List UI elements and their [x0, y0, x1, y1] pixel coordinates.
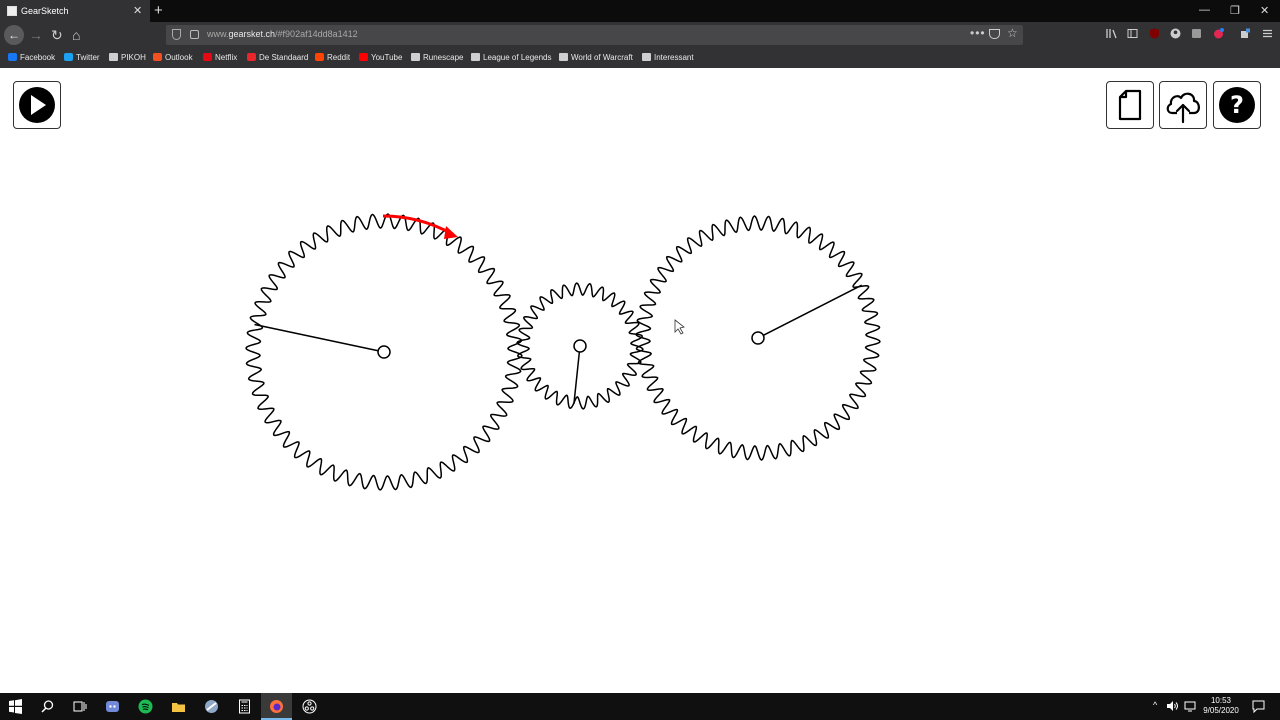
bookmark-de-standaard[interactable]: De Standaard	[247, 53, 308, 62]
windows-icon	[153, 53, 162, 61]
gear-axle[interactable]	[751, 331, 765, 345]
large-gear-left[interactable]	[245, 213, 523, 491]
extensions-puzzle-icon[interactable]	[1240, 28, 1251, 39]
calculator-icon[interactable]	[237, 699, 252, 714]
sidebar-icon[interactable]	[1127, 28, 1138, 39]
tracking-shield-icon[interactable]	[172, 29, 181, 40]
windows-taskbar: ^ 10:53 9/05/2020	[0, 693, 1280, 720]
gearsketch-favicon-icon	[7, 6, 17, 16]
tray-chevron-icon[interactable]: ^	[1153, 700, 1157, 710]
extension-icon[interactable]	[1191, 28, 1202, 39]
browser-tab-bar: GearSketch ✕ + — ❐ ✕	[0, 0, 1280, 22]
bookmark-facebook[interactable]: Facebook	[8, 53, 55, 62]
new-tab-button[interactable]: +	[154, 2, 163, 19]
bookmark-label: YouTube	[371, 53, 403, 62]
folder-icon	[559, 53, 568, 61]
back-button[interactable]: ←	[4, 25, 24, 45]
gear-drawing[interactable]	[0, 68, 1280, 693]
bookmark-youtube[interactable]: YouTube	[359, 53, 402, 62]
mouse-cursor-icon	[674, 319, 685, 335]
bookmark-label: League of Legends	[483, 53, 552, 62]
folder-icon	[642, 53, 651, 61]
clock-time: 10:53	[1210, 696, 1232, 705]
bookmark-league-of-legends[interactable]: League of Legends	[471, 53, 552, 62]
bookmark-label: Twitter	[76, 53, 100, 62]
bookmark-star-icon[interactable]: ☆	[1007, 26, 1018, 40]
snip-tool-icon[interactable]	[204, 699, 219, 714]
bookmark-twitter[interactable]: Twitter	[64, 53, 100, 62]
file-explorer-icon[interactable]	[171, 699, 186, 714]
bookmarks-bar: Facebook Twitter PIKOH Outlook Netflix De Sta…	[0, 48, 1280, 68]
bookmark-label: PIKOH	[121, 53, 146, 62]
obs-icon[interactable]	[302, 699, 317, 714]
folder-icon	[411, 53, 420, 61]
bookmark-runescape[interactable]: Runescape	[411, 53, 463, 62]
network-icon[interactable]	[1184, 700, 1196, 712]
bookmark-world-of-warcraft[interactable]: World of Warcraft	[559, 53, 633, 62]
bookmark-pikoh[interactable]: PIKOH	[109, 53, 146, 62]
bookmark-netflix[interactable]: Netflix	[203, 53, 237, 62]
folder-icon	[109, 53, 118, 61]
url-text[interactable]: www.gearsket.ch/#f902af14dd8a1412	[207, 29, 358, 39]
home-button[interactable]: ⌂	[72, 27, 80, 43]
ds-icon	[247, 53, 256, 61]
firefox-icon	[270, 700, 283, 713]
tab-gearsketch[interactable]: GearSketch ✕	[0, 0, 150, 22]
url-bar[interactable]: www.gearsket.ch/#f902af14dd8a1412 ••• ☆	[166, 25, 1023, 45]
reload-button[interactable]: ↻	[51, 27, 63, 43]
notification-badge-icon[interactable]	[1213, 28, 1224, 39]
account-icon[interactable]	[1170, 28, 1181, 39]
bookmark-label: Facebook	[20, 53, 56, 62]
search-icon[interactable]	[40, 699, 55, 714]
facebook-icon	[8, 53, 17, 61]
gear-arm[interactable]	[573, 351, 581, 404]
netflix-icon	[203, 53, 212, 61]
folder-icon	[471, 53, 480, 61]
small-gear-middle[interactable]	[516, 282, 644, 410]
clock-date: 9/05/2020	[1203, 706, 1239, 715]
bookmark-interessant[interactable]: Interessant	[642, 53, 694, 62]
windows-start-icon[interactable]	[8, 699, 23, 714]
twitter-icon	[64, 53, 73, 61]
pocket-icon[interactable]	[989, 29, 1000, 39]
ublock-icon[interactable]	[1149, 28, 1160, 39]
gear-arm[interactable]	[763, 284, 863, 336]
site-info-icon[interactable]	[190, 30, 199, 39]
bookmark-label: Reddit	[327, 53, 351, 62]
bookmark-label: Runescape	[423, 53, 464, 62]
discord-icon[interactable]	[105, 699, 120, 714]
youtube-icon	[359, 53, 368, 61]
large-gear-right[interactable]	[635, 215, 881, 461]
menu-icon[interactable]	[1262, 28, 1273, 39]
gear-axle[interactable]	[573, 339, 587, 353]
gear-arm[interactable]	[254, 323, 379, 352]
system-clock[interactable]: 10:53 9/05/2020	[1198, 696, 1244, 716]
bookmark-label: Netflix	[215, 53, 238, 62]
tab-title: GearSketch	[21, 6, 69, 16]
bookmark-outlook[interactable]: Outlook	[153, 53, 193, 62]
browser-nav-bar: ← → ↻ ⌂ www.gearsket.ch/#f902af14dd8a141…	[0, 22, 1280, 48]
bookmark-label: Outlook	[165, 53, 193, 62]
bookmark-reddit[interactable]: Reddit	[315, 53, 350, 62]
forward-button[interactable]: →	[29, 27, 43, 43]
bookmark-label: Interessant	[654, 53, 694, 62]
firefox-taskbar-active[interactable]	[261, 693, 292, 720]
bookmark-label: De Standaard	[259, 53, 309, 62]
volume-icon[interactable]	[1166, 700, 1178, 712]
notifications-icon[interactable]	[1252, 700, 1265, 713]
gear-axle[interactable]	[377, 345, 391, 359]
spotify-icon[interactable]	[138, 699, 153, 714]
bookmark-label: World of Warcraft	[571, 53, 633, 62]
library-icon[interactable]	[1106, 28, 1117, 39]
task-view-icon[interactable]	[72, 699, 87, 714]
minimize-icon[interactable]: —	[1199, 4, 1210, 16]
window-close-icon[interactable]: ✕	[1260, 4, 1269, 17]
restore-icon[interactable]: ❐	[1230, 4, 1240, 17]
tab-close-icon[interactable]: ✕	[133, 4, 142, 17]
gearsketch-canvas[interactable]: ?	[0, 68, 1280, 693]
reddit-icon	[315, 53, 324, 61]
page-actions-icon[interactable]: •••	[970, 26, 986, 40]
